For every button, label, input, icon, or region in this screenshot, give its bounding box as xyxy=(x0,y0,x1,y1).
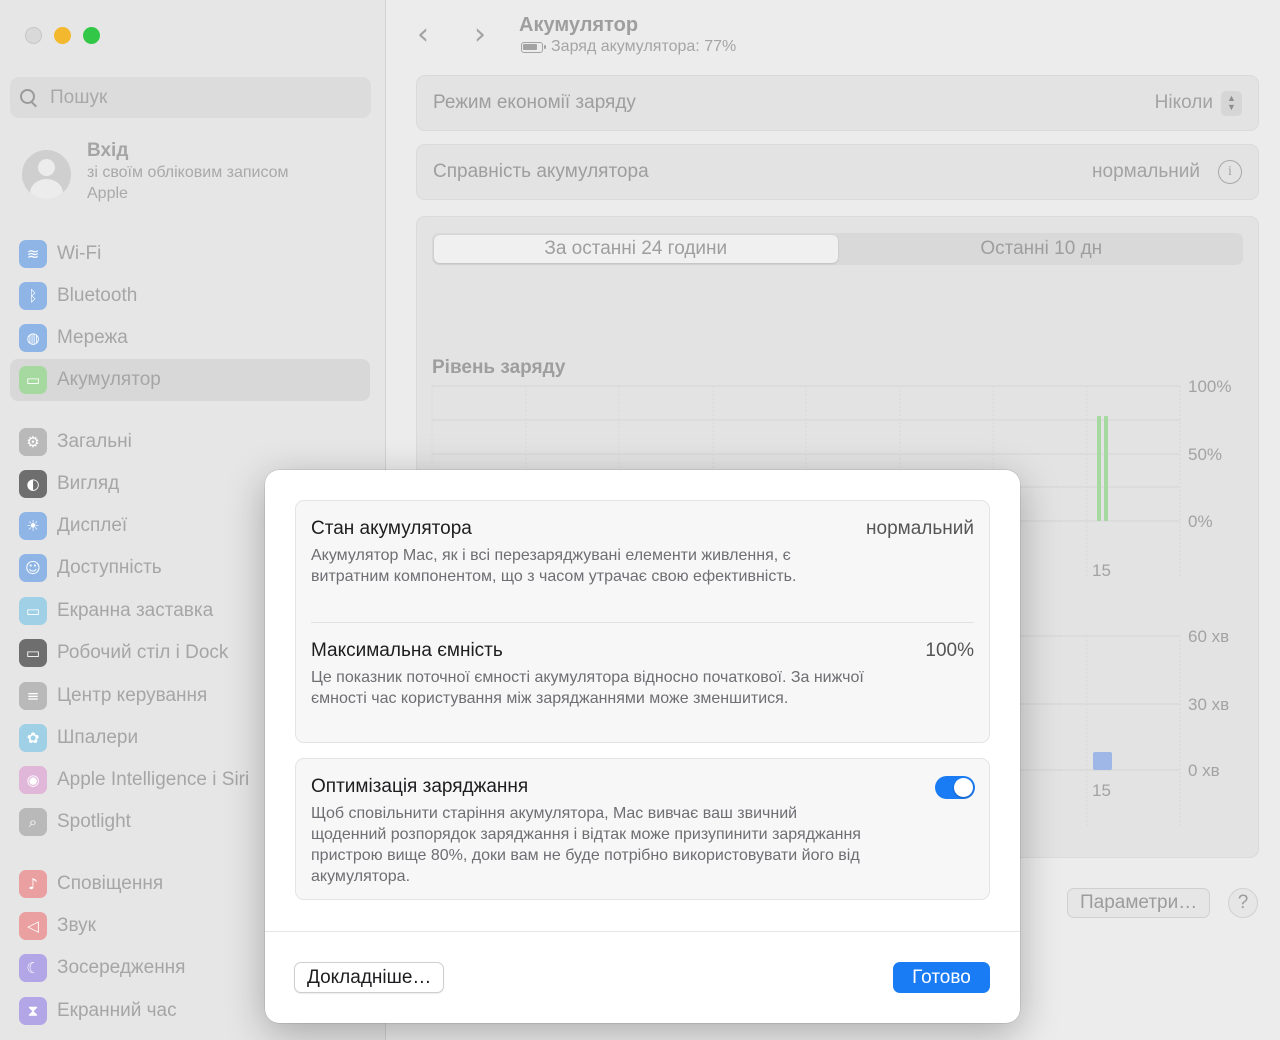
battery-info-group: Стан акумулятора нормальний Акумулятор M… xyxy=(295,500,990,743)
max-capacity-value: 100% xyxy=(925,640,974,661)
learn-more-button[interactable]: Докладніше… xyxy=(294,962,445,993)
battery-status-description: Акумулятор Mac, як і всі перезаряджувані… xyxy=(311,547,797,585)
charging-optimization-description: Щоб сповільнити старіння акумулятора, Ma… xyxy=(311,805,861,885)
max-capacity-title: Максимальна ємність xyxy=(311,640,503,661)
done-button[interactable]: Готово xyxy=(893,962,990,993)
charging-optimization-item: Оптимізація заряджання Щоб сповільнити с… xyxy=(296,759,989,887)
battery-health-dialog: Стан акумулятора нормальний Акумулятор M… xyxy=(265,470,1020,1023)
charging-optimization-toggle[interactable] xyxy=(935,776,975,799)
battery-status-value: нормальний xyxy=(866,518,974,539)
battery-status-item: Стан акумулятора нормальний Акумулятор M… xyxy=(296,501,989,587)
dialog-divider xyxy=(265,931,1020,932)
max-capacity-item: Максимальна ємність 100% Це показник пот… xyxy=(296,623,989,709)
charging-optimization-title: Оптимізація заряджання xyxy=(311,776,529,797)
max-capacity-description: Це показник поточної ємності акумулятора… xyxy=(311,669,864,707)
charging-optimization-group: Оптимізація заряджання Щоб сповільнити с… xyxy=(295,758,990,900)
